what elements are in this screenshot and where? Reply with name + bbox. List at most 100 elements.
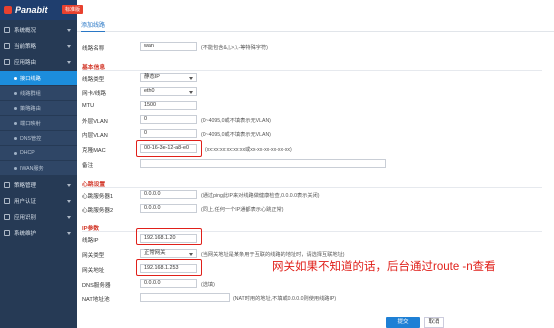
bullet-icon (14, 121, 17, 125)
bullet-icon (14, 136, 17, 140)
subitem-label: 线路群组 (20, 90, 41, 97)
gw-type-hint: (当网关地址是某条用于互联的线路的地址时，请选择互联地址) (201, 252, 345, 258)
chevron-down-icon (67, 199, 71, 203)
subitem-label: DNS管控 (20, 135, 42, 142)
remark-input[interactable] (140, 159, 386, 168)
settings-icon (4, 182, 10, 188)
policy-icon (4, 43, 10, 49)
sidebar-subitem-interface-lines[interactable]: 接口线路 (0, 71, 77, 85)
hb2-hint: (同上,任何一个IP通都表示心跳正常) (201, 207, 284, 213)
section-divider (82, 70, 542, 71)
subitem-label: DHCP (20, 150, 35, 156)
sidebar-item-label: 系统概况 (14, 28, 37, 34)
user-icon (4, 198, 10, 204)
outer-vlan-input[interactable]: 0 (140, 115, 197, 124)
sidebar-subitem-port-mapping[interactable]: 端口映射 (0, 116, 77, 130)
subitem-label: IWAN服务 (20, 165, 44, 172)
sidebar-item-policy-mgmt[interactable]: 策略管理 (0, 177, 77, 193)
dns-input[interactable]: 0.0.0.0 (140, 279, 197, 288)
hb1-label: 心跳服务器1 (82, 194, 114, 200)
sidebar-item-label: 用户认证 (14, 199, 37, 205)
section-divider (82, 187, 542, 188)
highlight-box (136, 140, 202, 157)
annotation-text: 网关如果不知道的话，后台通过route -n查看 (272, 261, 496, 273)
hb2-label: 心跳服务器2 (82, 208, 114, 214)
sidebar-item-label: 应用识别 (14, 215, 37, 221)
line-name-input[interactable]: wan (140, 42, 197, 51)
bullet-icon (14, 166, 17, 170)
app-icon (4, 214, 10, 220)
sidebar-subitem-line-groups[interactable]: 线路群组 (0, 86, 77, 100)
sidebar-item-app-identify[interactable]: 应用识别 (0, 209, 77, 225)
bullet-icon (14, 91, 17, 95)
panabit-logo-icon (4, 6, 12, 14)
highlight-box (136, 259, 202, 276)
wrench-icon (4, 230, 10, 236)
select-value: 静态IP (144, 74, 160, 80)
chevron-down-icon (189, 90, 193, 94)
sidebar-item-label: 当前策略 (14, 44, 37, 50)
select-value: 正常网关 (144, 250, 166, 256)
dns-label: DNS服务器 (82, 283, 111, 289)
sidebar-subitem-dns-control[interactable]: DNS管控 (0, 131, 77, 145)
routing-icon (4, 59, 10, 65)
chevron-down-icon (67, 44, 71, 48)
nat-addr-hint: (NAT时用的地址,不填或0.0.0.0则使用线路IP) (233, 296, 337, 302)
tab-bar: 添加线路 (77, 18, 554, 32)
submit-button[interactable]: 提交 (386, 317, 420, 328)
sidebar-item-system-maint[interactable]: 系统维护 (0, 225, 77, 241)
sidebar-item-label: 系统维护 (14, 231, 37, 237)
chevron-down-icon (67, 215, 71, 219)
gw-addr-label: 网关地址 (82, 268, 105, 274)
sidebar-item-label: 应用路由 (14, 60, 37, 66)
mtu-label: MTU (82, 103, 95, 109)
sidebar-item-app-routing[interactable]: 应用路由 (0, 54, 77, 70)
logo-text: Panabit (15, 5, 48, 15)
sidebar-item-current-policy[interactable]: 当前策略 (0, 38, 77, 54)
hb1-input[interactable]: 0.0.0.0 (140, 190, 197, 199)
outer-vlan-label: 外层VLAN (82, 119, 108, 125)
chevron-down-icon (189, 76, 193, 80)
line-name-hint: (不能包含&,|,>,\,-等特殊字符) (201, 45, 268, 51)
tab-add-line[interactable]: 添加线路 (81, 20, 106, 32)
outer-vlan-hint: (0~4095,0或不填表示无VLAN) (201, 118, 271, 124)
sidebar-item-label: 策略管理 (14, 183, 37, 189)
inner-vlan-hint: (0~4095,0或不填表示无VLAN) (201, 132, 271, 138)
chevron-down-icon (67, 183, 71, 187)
sidebar-item-system-overview[interactable]: 系统概况 (0, 22, 77, 38)
sidebar: Panabit 系统概况 当前策略 应用路由 接口线路 线路群组 策略路由 端口… (0, 0, 77, 328)
sidebar-item-user-auth[interactable]: 用户认证 (0, 193, 77, 209)
clone-mac-hint: (xx:xx:xx:xx:xx:xx或xx-xx-xx-xx-xx-xx) (205, 147, 292, 153)
chevron-down-icon (67, 231, 71, 235)
nic-label: 网卡/线路 (82, 91, 106, 97)
gw-type-select[interactable]: 正常网关 (140, 249, 197, 258)
highlight-box (136, 228, 202, 245)
nat-addr-input[interactable] (140, 293, 230, 302)
inner-vlan-label: 内层VLAN (82, 133, 108, 139)
remark-label: 备注 (82, 163, 94, 169)
line-type-select[interactable]: 静态IP (140, 73, 197, 82)
gw-type-label: 网关类型 (82, 253, 105, 259)
line-ip-label: 线路IP (82, 238, 99, 244)
subitem-label: 接口线路 (20, 75, 41, 82)
subitem-label: 策略路由 (20, 105, 41, 112)
inner-vlan-input[interactable]: 0 (140, 129, 197, 138)
nic-select[interactable]: eth0 (140, 87, 197, 96)
subitem-label: 端口映射 (20, 120, 41, 127)
hb2-input[interactable]: 0.0.0.0 (140, 204, 197, 213)
chevron-down-icon (189, 252, 193, 256)
edition-badge: 标准版 (62, 5, 84, 14)
nat-addr-label: NAT地址池 (82, 297, 110, 303)
sidebar-subitem-dhcp[interactable]: DHCP (0, 146, 77, 160)
bullet-icon (14, 76, 17, 80)
line-name-label: 线路名称 (82, 46, 105, 52)
hb1-hint: (通过ping此IP来对线路做健康检查,0.0.0.0表示关闭) (201, 193, 320, 199)
sidebar-subitem-iwan[interactable]: IWAN服务 (0, 161, 77, 175)
select-value: eth0 (144, 88, 155, 94)
chart-icon (4, 27, 10, 33)
line-type-label: 线路类型 (82, 77, 105, 83)
bullet-icon (14, 151, 17, 155)
mtu-input[interactable]: 1500 (140, 101, 197, 110)
sidebar-subitem-policy-routing[interactable]: 策略路由 (0, 101, 77, 115)
cancel-button[interactable]: 取消 (424, 317, 444, 328)
